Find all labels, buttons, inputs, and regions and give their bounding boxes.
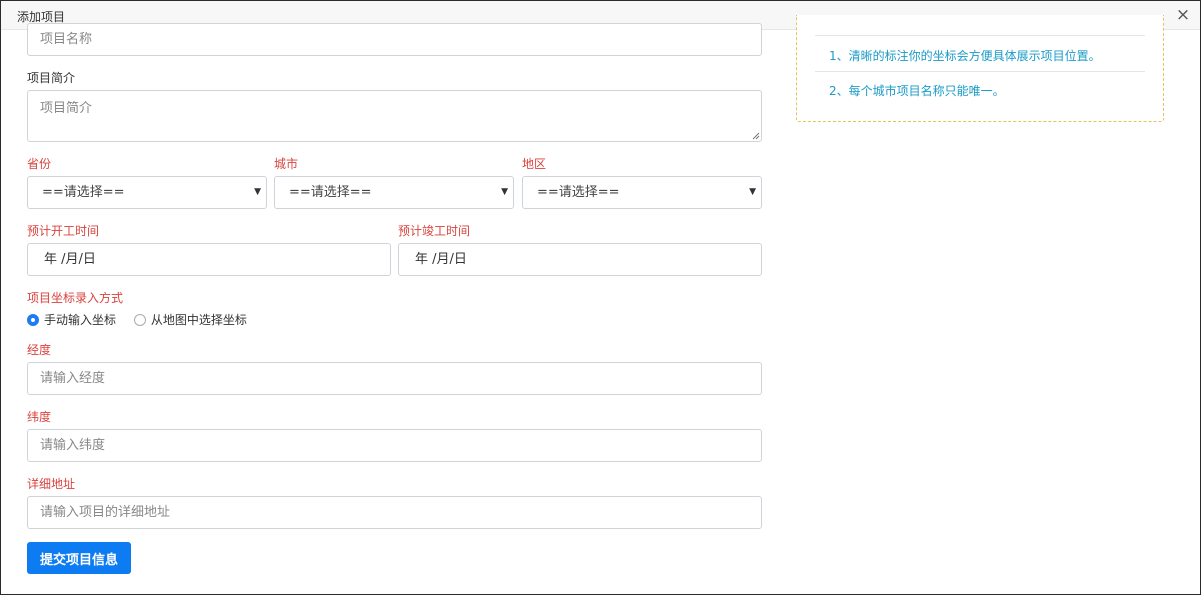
tips-item: 1、清晰的标注你的坐标会方便具体展示项目位置。 (829, 49, 1101, 63)
caret-down-icon: ▼ (501, 187, 508, 197)
city-select[interactable]: ==请选择== ▼ (274, 176, 514, 209)
district-select[interactable]: ==请选择== ▼ (522, 176, 762, 209)
caret-down-icon: ▼ (749, 187, 756, 197)
longitude-input[interactable]: 请输入经度 (27, 362, 762, 395)
end-date-value: 年 /月/日 (415, 252, 467, 267)
radio-unchecked-icon[interactable] (133, 314, 146, 326)
address-placeholder: 请输入项目的详细地址 (40, 505, 171, 520)
latitude-label: 纬度 (27, 410, 52, 424)
project-intro-label: 项目简介 (27, 71, 76, 85)
longitude-label: 经度 (27, 343, 52, 357)
tips-divider (815, 71, 1145, 72)
project-intro-placeholder: 项目简介 (40, 101, 93, 116)
province-label: 省份 (27, 157, 52, 171)
end-date-input[interactable]: 年 /月/日 (398, 243, 762, 276)
add-project-modal: 添加项目 × 项目名称 项目简介 项目简介 省份 ==请选择== ▼ 城市 ==… (0, 0, 1201, 595)
coord-mode-radio-group: 手动输入坐标 从地图中选择坐标 (27, 311, 261, 328)
submit-project-button[interactable]: 提交项目信息 (27, 542, 131, 574)
province-selected: ==请选择== (42, 185, 125, 200)
radio-checked-icon[interactable] (27, 314, 39, 326)
radio-map-label: 从地图中选择坐标 (150, 313, 247, 327)
district-selected: ==请选择== (537, 185, 620, 200)
latitude-placeholder: 请输入纬度 (40, 438, 106, 453)
radio-map-coord[interactable]: 从地图中选择坐标 (133, 311, 247, 328)
end-date-label: 预计竣工时间 (398, 224, 471, 238)
project-name-placeholder: 项目名称 (40, 32, 93, 47)
district-label: 地区 (522, 157, 547, 171)
address-label: 详细地址 (27, 477, 76, 491)
city-selected: ==请选择== (289, 185, 372, 200)
resize-grip-icon[interactable] (752, 132, 760, 140)
project-name-input[interactable]: 项目名称 (27, 23, 762, 56)
radio-manual-coord[interactable]: 手动输入坐标 (27, 311, 116, 328)
close-icon[interactable]: × (1174, 6, 1192, 24)
caret-down-icon: ▼ (254, 187, 261, 197)
start-date-value: 年 /月/日 (44, 252, 96, 267)
tips-panel: 1、清晰的标注你的坐标会方便具体展示项目位置。 2、每个城市项目名称只能唯一。 (796, 15, 1164, 122)
project-intro-textarea[interactable]: 项目简介 (27, 90, 762, 142)
tips-item: 2、每个城市项目名称只能唯一。 (829, 84, 1005, 98)
radio-manual-label: 手动输入坐标 (44, 313, 117, 327)
start-date-label: 预计开工时间 (27, 224, 100, 238)
longitude-placeholder: 请输入经度 (40, 371, 106, 386)
tips-divider (815, 35, 1145, 36)
start-date-input[interactable]: 年 /月/日 (27, 243, 391, 276)
city-label: 城市 (274, 157, 299, 171)
province-select[interactable]: ==请选择== ▼ (27, 176, 267, 209)
latitude-input[interactable]: 请输入纬度 (27, 429, 762, 462)
address-input[interactable]: 请输入项目的详细地址 (27, 496, 762, 529)
coord-mode-label: 项目坐标录入方式 (27, 291, 124, 305)
